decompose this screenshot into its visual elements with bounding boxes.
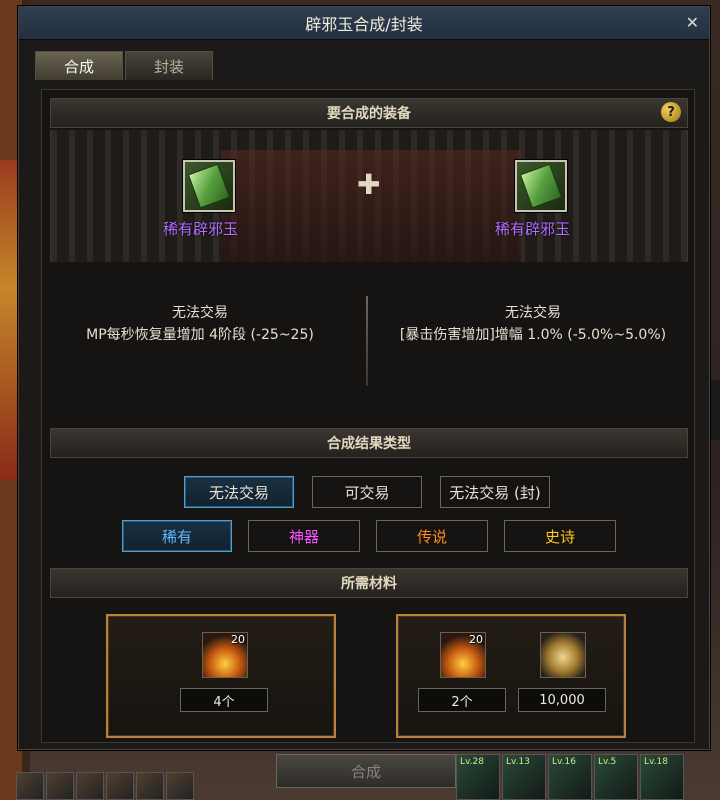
gem-icon bbox=[187, 163, 231, 209]
trade-status: 无法交易 bbox=[172, 305, 228, 321]
titlebar: 辟邪玉合成/封装 ✕ bbox=[19, 7, 709, 40]
skill-level: Lv.13 bbox=[506, 757, 530, 767]
rarity-epic[interactable]: 史诗 bbox=[504, 520, 616, 552]
hotbar-slot[interactable] bbox=[76, 772, 104, 800]
skill-level: Lv.18 bbox=[644, 757, 668, 767]
tab-bar: 合成 封装 bbox=[35, 51, 213, 80]
rarity-rare[interactable]: 稀有 bbox=[122, 520, 232, 552]
section-header-result-type: 合成结果类型 bbox=[50, 428, 688, 458]
tab-seal[interactable]: 封装 bbox=[125, 51, 213, 80]
equipment-slot-left[interactable] bbox=[183, 160, 235, 212]
equipment-display: 稀有辟邪玉 ✚ 稀有辟邪玉 bbox=[50, 130, 688, 262]
option-untradeable-sealed[interactable]: 无法交易 (封) bbox=[440, 476, 550, 508]
material-quantity: 2个 bbox=[418, 688, 506, 712]
plus-icon: ✚ bbox=[357, 168, 381, 201]
skill-slot[interactable]: Lv.18 bbox=[640, 754, 684, 800]
hotbar-slot[interactable] bbox=[46, 772, 74, 800]
hotbar-left bbox=[16, 772, 194, 800]
option-tradeable[interactable]: 可交易 bbox=[312, 476, 422, 508]
tab-synthesis[interactable]: 合成 bbox=[35, 51, 123, 80]
hotbar-slot[interactable] bbox=[106, 772, 134, 800]
material-stack-count: 20 bbox=[469, 633, 483, 646]
rarity-legendary[interactable]: 传说 bbox=[376, 520, 488, 552]
section-title: 所需材料 bbox=[341, 576, 397, 592]
fire-material-icon[interactable]: 20 bbox=[440, 632, 486, 678]
hotbar-slot[interactable] bbox=[16, 772, 44, 800]
equipment-name-right: 稀有辟邪玉 bbox=[495, 220, 571, 238]
section-header-equipment: 要合成的装备 ? bbox=[50, 98, 688, 128]
skill-slot[interactable]: Lv.13 bbox=[502, 754, 546, 800]
skill-level: Lv.5 bbox=[598, 757, 617, 767]
hotbar-slot[interactable] bbox=[136, 772, 164, 800]
skill-slot[interactable]: Lv.16 bbox=[548, 754, 592, 800]
stat-divider bbox=[366, 296, 368, 386]
material-quantity: 4个 bbox=[180, 688, 268, 712]
gold-coin-icon[interactable] bbox=[540, 632, 586, 678]
stat-text: MP每秒恢复量增加 4阶段 (-25~25) bbox=[86, 327, 314, 343]
trade-status: 无法交易 bbox=[505, 305, 561, 321]
skill-level: Lv.16 bbox=[552, 757, 576, 767]
synthesis-panel: 要合成的装备 ? 稀有辟邪玉 ✚ 稀有辟邪玉 无法交易 MP每秒恢复量增加 4阶… bbox=[41, 89, 695, 743]
material-box-1: 20 4个 bbox=[106, 614, 336, 738]
equipment-name-left: 稀有辟邪玉 bbox=[163, 220, 239, 238]
hotbar-slot[interactable] bbox=[166, 772, 194, 800]
close-icon[interactable]: ✕ bbox=[686, 13, 699, 32]
fire-material-icon[interactable]: 20 bbox=[202, 632, 248, 678]
compose-button[interactable]: 合成 bbox=[276, 754, 456, 788]
skill-level: Lv.28 bbox=[460, 757, 484, 767]
skill-bar: Lv.28 Lv.13 Lv.16 Lv.5 Lv.18 bbox=[456, 754, 684, 800]
skill-slot[interactable]: Lv.28 bbox=[456, 754, 500, 800]
equipment-stats-left: 无法交易 MP每秒恢复量增加 4阶段 (-25~25) bbox=[52, 302, 348, 346]
skill-slot[interactable]: Lv.5 bbox=[594, 754, 638, 800]
gold-cost: 10,000 bbox=[518, 688, 606, 712]
equipment-stats-right: 无法交易 [暴击伤害增加]增幅 1.0% (-5.0%~5.0%) bbox=[380, 302, 686, 346]
section-header-materials: 所需材料 bbox=[50, 568, 688, 598]
rarity-artifact[interactable]: 神器 bbox=[248, 520, 360, 552]
material-stack-count: 20 bbox=[231, 633, 245, 646]
stat-text: [暴击伤害增加]增幅 1.0% (-5.0%~5.0%) bbox=[399, 327, 667, 343]
section-title: 要合成的装备 bbox=[327, 106, 411, 122]
option-untradeable[interactable]: 无法交易 bbox=[184, 476, 294, 508]
gem-icon bbox=[519, 163, 563, 209]
equipment-slot-right[interactable] bbox=[515, 160, 567, 212]
material-box-2: 20 2个 10,000 bbox=[396, 614, 626, 738]
section-title: 合成结果类型 bbox=[327, 436, 411, 452]
help-icon[interactable]: ? bbox=[661, 102, 681, 122]
synthesis-window: 辟邪玉合成/封装 ✕ 合成 封装 要合成的装备 ? 稀有辟邪玉 ✚ 稀有辟邪玉 … bbox=[18, 6, 710, 750]
window-title: 辟邪玉合成/封装 bbox=[305, 15, 423, 34]
